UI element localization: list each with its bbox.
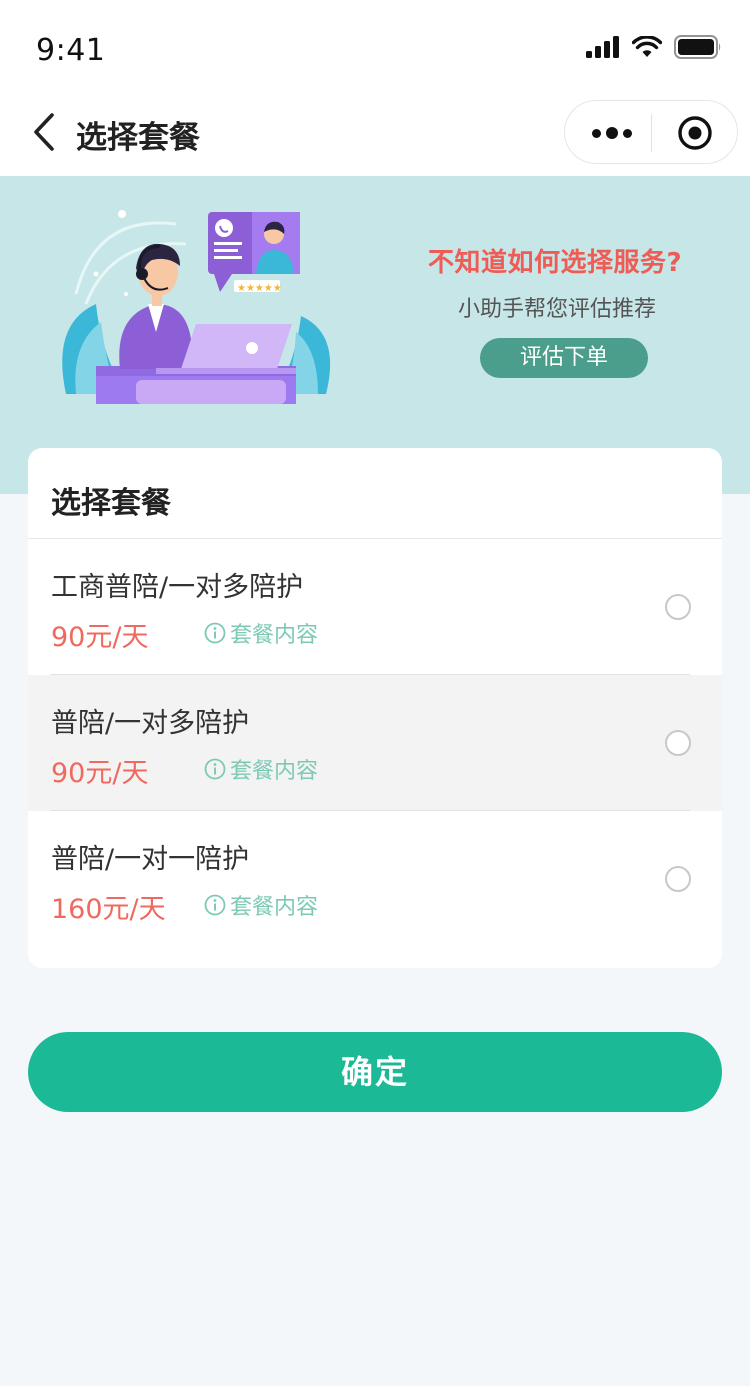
package-option[interactable]: 工商普陪/一对多陪护 90元/天 套餐内容	[28, 539, 722, 675]
package-name: 普陪/一对一陪护	[51, 844, 250, 875]
more-button[interactable]	[591, 121, 633, 145]
banner-subtitle: 小助手帮您评估推荐	[458, 297, 657, 322]
package-name: 工商普陪/一对多陪护	[51, 572, 304, 603]
package-info-link[interactable]: 套餐内容	[204, 617, 318, 649]
package-info-label: 套餐内容	[230, 623, 319, 648]
miniprogram-capsule	[564, 100, 738, 164]
card-title: 选择套餐	[51, 486, 171, 521]
rating-stars: ★★★★★	[237, 283, 281, 292]
info-icon	[204, 894, 226, 916]
package-price: 160元/天	[51, 894, 166, 925]
signal-icon	[586, 36, 619, 58]
status-bar: 9:41	[0, 0, 750, 96]
package-card: 选择套餐 工商普陪/一对多陪护 90元/天 套餐内容 普陪/一对多陪护 90元/…	[28, 448, 722, 968]
package-option[interactable]: 普陪/一对多陪护 90元/天 套餐内容	[28, 675, 722, 811]
page-title: 选择套餐	[76, 120, 200, 156]
package-name: 普陪/一对多陪护	[51, 708, 250, 739]
status-icons	[586, 34, 722, 60]
target-close-icon	[678, 116, 712, 150]
capsule-divider	[651, 114, 652, 152]
confirm-button[interactable]: 确定	[28, 1032, 722, 1112]
rating-stars-icon: ★★★★★	[237, 283, 281, 292]
close-button[interactable]	[677, 115, 713, 151]
package-info-link[interactable]: 套餐内容	[204, 753, 318, 785]
banner-title: 不知道如何选择服务?	[428, 248, 683, 278]
package-info-label: 套餐内容	[230, 895, 319, 920]
info-icon	[204, 622, 226, 644]
package-radio[interactable]	[665, 594, 691, 620]
status-time: 9:41	[36, 33, 106, 68]
package-price: 90元/天	[51, 622, 149, 653]
more-dot-icon	[623, 128, 632, 138]
package-info-link[interactable]: 套餐内容	[204, 889, 318, 921]
wifi-icon	[632, 36, 662, 57]
package-info-label: 套餐内容	[230, 759, 319, 784]
more-dot-icon	[606, 127, 618, 139]
customer-service-illustration	[62, 210, 331, 404]
back-button[interactable]	[24, 110, 64, 154]
more-dot-icon	[592, 128, 601, 138]
assessment-banner: ★★★★★ 不知道如何选择服务? 小助手帮您评估推荐 评估下单	[0, 176, 750, 494]
info-icon	[204, 758, 226, 780]
assess-order-button[interactable]: 评估下单	[480, 338, 648, 378]
package-option[interactable]: 普陪/一对一陪护 160元/天 套餐内容	[28, 811, 722, 947]
package-radio[interactable]	[665, 866, 691, 892]
chevron-left-icon	[34, 113, 54, 151]
package-radio[interactable]	[665, 730, 691, 756]
battery-icon	[674, 35, 721, 59]
nav-bar: 选择套餐	[0, 96, 750, 176]
package-price: 90元/天	[51, 758, 149, 789]
